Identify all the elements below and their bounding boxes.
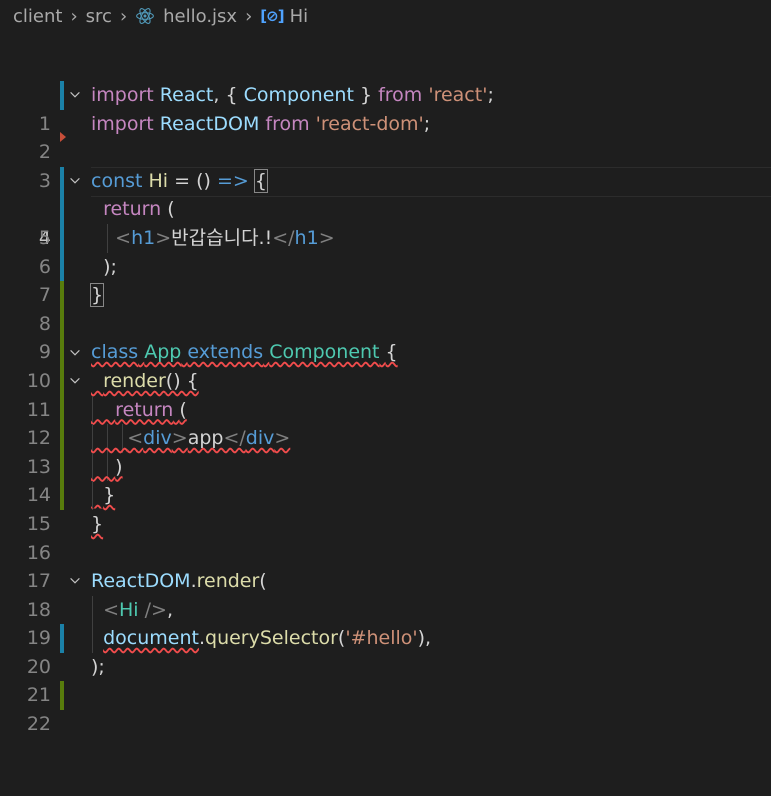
added-gutter-bar[interactable] xyxy=(60,338,64,367)
chevron-right-icon: › xyxy=(70,5,78,27)
code-content: ); xyxy=(91,655,105,678)
added-gutter-bar[interactable] xyxy=(60,309,64,339)
code-content: } xyxy=(89,283,105,308)
symbol-function-icon: [⊘] xyxy=(260,7,284,25)
code-editor[interactable]: 1 import React, { Component } from 'reac… xyxy=(0,81,771,735)
modified-gutter-bar[interactable] xyxy=(60,195,64,224)
code-line[interactable]: 4 const Hi = () => { xyxy=(0,166,771,249)
code-content: const Hi = () => { xyxy=(91,168,268,193)
code-line[interactable]: 6 <h1>반갑습니다.!</h1> xyxy=(0,223,771,278)
added-gutter-bar[interactable] xyxy=(60,366,64,396)
code-line[interactable]: 20 document.querySelector('#hello'), xyxy=(0,624,771,678)
chevron-down-icon[interactable] xyxy=(67,367,83,396)
code-line[interactable]: 3 xyxy=(0,138,771,192)
modified-gutter-bar[interactable] xyxy=(60,81,64,110)
code-content: <Hi />, xyxy=(103,598,174,621)
breadcrumb-file[interactable]: hello.jsx xyxy=(163,6,237,27)
line-number: 22 xyxy=(26,713,51,736)
added-gutter-bar[interactable] xyxy=(60,395,64,425)
code-content: return ( xyxy=(115,398,187,421)
code-line[interactable]: 9 xyxy=(0,309,771,363)
code-content: ); xyxy=(103,255,117,278)
code-line[interactable]: 16 } xyxy=(0,510,771,564)
code-content: ) xyxy=(115,455,123,478)
breadcrumb-client[interactable]: client xyxy=(13,6,62,27)
code-content: } xyxy=(103,484,116,507)
code-line[interactable]: 19 <Hi />, xyxy=(0,595,771,649)
chevron-right-icon: › xyxy=(245,5,253,27)
chevron-down-icon[interactable] xyxy=(67,81,83,110)
code-line[interactable]: 2 import ReactDOM from 'react-dom'; xyxy=(0,110,771,164)
added-gutter-bar[interactable] xyxy=(60,281,64,310)
code-content: return ( xyxy=(103,198,175,221)
added-gutter-bar[interactable] xyxy=(60,424,64,453)
chevron-down-icon[interactable] xyxy=(67,567,83,596)
modified-gutter-bar[interactable] xyxy=(60,252,64,282)
code-line[interactable]: 13 <div>app</div> xyxy=(0,424,771,478)
chevron-down-icon[interactable] xyxy=(67,338,83,367)
chevron-down-icon[interactable] xyxy=(67,167,83,196)
modified-gutter-bar[interactable] xyxy=(60,624,64,653)
chevron-right-icon: › xyxy=(119,5,128,27)
code-line[interactable]: 10 class App extends Component { xyxy=(0,338,771,392)
code-line[interactable]: 21 ); xyxy=(0,653,771,707)
breadcrumb-src[interactable]: src xyxy=(86,6,112,27)
code-line[interactable]: 14 ) xyxy=(0,452,771,506)
react-icon xyxy=(135,6,155,26)
code-content: render() { xyxy=(103,369,199,392)
code-line[interactable]: 18 ReactDOM.render( xyxy=(0,567,771,621)
added-gutter-bar[interactable] xyxy=(60,481,64,510)
breadcrumb: client › src › hello.jsx › [⊘] Hi xyxy=(0,0,771,32)
modified-gutter-bar[interactable] xyxy=(60,166,64,196)
code-line[interactable]: 11 render() { xyxy=(0,366,771,421)
code-line[interactable]: 5 return ( xyxy=(0,195,771,249)
code-content: import ReactDOM from 'react-dom'; xyxy=(91,112,431,135)
modified-gutter-bar[interactable] xyxy=(60,223,64,253)
code-content: class App extends Component { xyxy=(91,341,398,364)
code-line[interactable]: 8 } xyxy=(0,281,771,335)
code-content: import React, { Component } from 'react'… xyxy=(91,84,494,106)
code-content: ReactDOM.render( xyxy=(91,570,267,593)
added-gutter-bar[interactable] xyxy=(60,452,64,482)
code-line[interactable]: 1 import React, { Component } from 'reac… xyxy=(0,81,771,135)
code-content: } xyxy=(91,512,104,535)
breadcrumb-symbol[interactable]: Hi xyxy=(290,6,309,27)
code-line[interactable]: 7 ); xyxy=(0,252,771,306)
code-line[interactable]: 15 } xyxy=(0,481,771,535)
code-line[interactable]: 17 xyxy=(0,539,771,592)
code-content: document.querySelector('#hello'), xyxy=(103,627,432,650)
code-content: <h1>반갑습니다.!</h1> xyxy=(115,226,335,249)
code-line[interactable]: 12 return ( xyxy=(0,395,771,449)
code-content: <div>app</div> xyxy=(127,427,291,450)
